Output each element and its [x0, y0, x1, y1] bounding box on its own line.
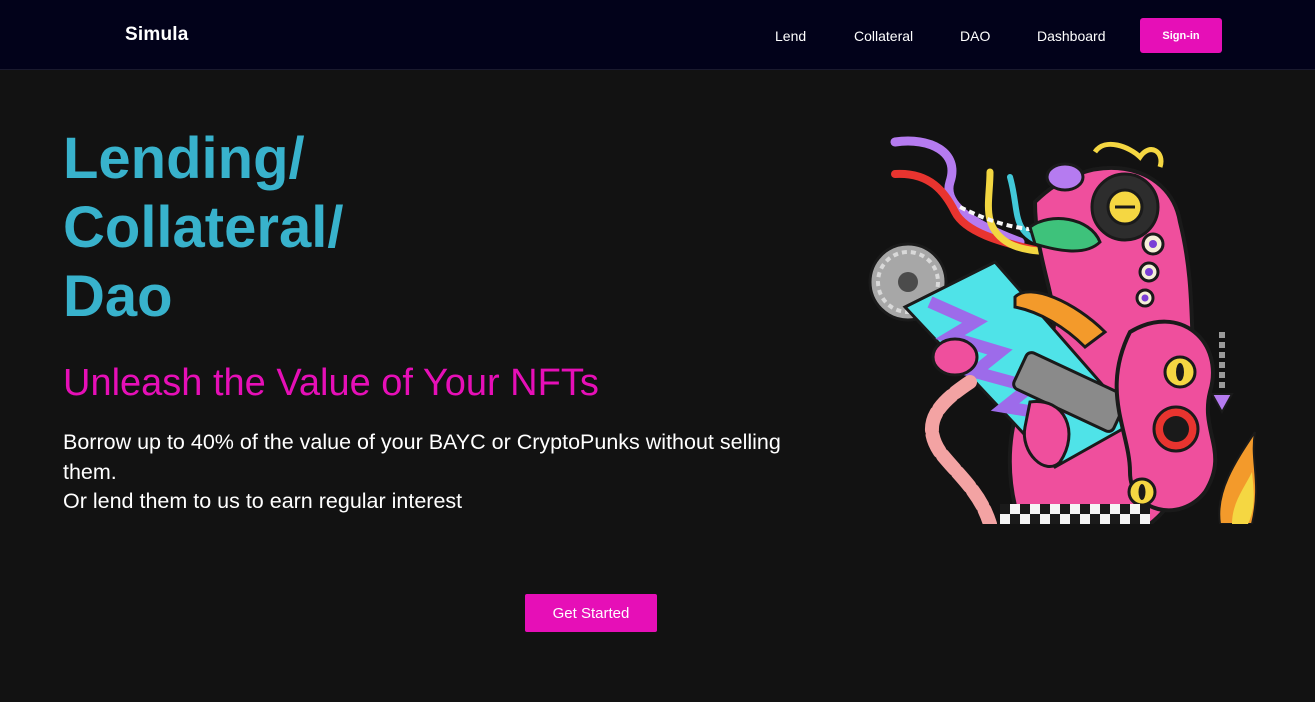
sign-in-button[interactable]: Sign-in	[1140, 18, 1222, 53]
brand-logo[interactable]: Simula	[125, 24, 189, 46]
nav-link-dashboard[interactable]: Dashboard	[1037, 28, 1106, 44]
nft-creature-illustration-icon	[868, 136, 1258, 524]
hero-title-line: Dao	[63, 264, 173, 329]
nav-link-lend[interactable]: Lend	[775, 28, 806, 44]
nav-link-dao[interactable]: DAO	[960, 28, 990, 44]
hero-subtitle: Unleash the Value of Your NFTs	[63, 362, 599, 404]
top-navbar: Simula Lend Collateral DAO Dashboard Sig…	[0, 0, 1315, 70]
hero-title-line: Collateral/	[63, 195, 344, 260]
hero-description-line: Borrow up to 40% of the value of your BA…	[63, 430, 781, 484]
hero-title-line: Lending/	[63, 126, 305, 191]
get-started-button[interactable]: Get Started	[525, 594, 657, 632]
hero-description: Borrow up to 40% of the value of your BA…	[63, 428, 823, 517]
nav-link-collateral[interactable]: Collateral	[854, 28, 913, 44]
hero-description-line: Or lend them to us to earn regular inter…	[63, 489, 463, 513]
hero-title: Lending/ Collateral/ Dao	[63, 124, 343, 331]
